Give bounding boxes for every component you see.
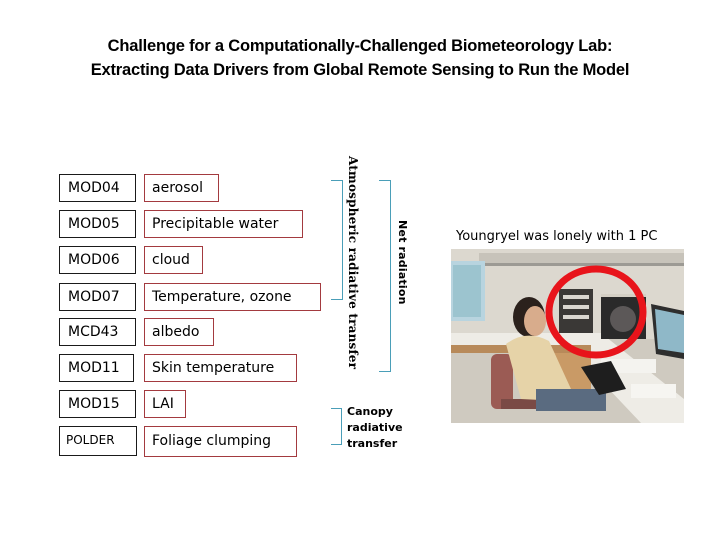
variable-box-albedo: albedo [144,318,214,346]
canopy-label-line-1: Canopy [347,405,393,418]
canopy-label-line-3: transfer [347,437,398,450]
lab-photo [451,249,684,423]
canopy-radiative-transfer-label: Canopy radiative transfer [347,404,403,452]
variable-box-foliage-clumping: Foliage clumping [144,426,297,457]
variable-box-lai: LAI [144,390,186,418]
variable-box-aerosol: aerosol [144,174,219,202]
product-box-mod07: MOD07 [59,283,136,311]
variable-box-skin-temperature: Skin temperature [144,354,297,382]
atmospheric-bracket [331,180,343,300]
variable-box-cloud: cloud [144,246,203,274]
product-box-mcd43: MCD43 [59,318,136,346]
net-radiation-label: Net radiation [396,220,409,305]
variable-box-precipitable-water: Precipitable water [144,210,303,238]
title-line-2: Extracting Data Drivers from Global Remo… [90,61,630,79]
photo-caption: Youngryel was lonely with 1 PC [456,229,658,244]
product-box-mod11: MOD11 [59,354,134,382]
variable-box-temperature-ozone: Temperature, ozone [144,283,321,311]
product-box-mod04: MOD04 [59,174,136,202]
canopy-label-line-2: radiative [347,421,403,434]
atmospheric-radiative-transfer-label: Atmospheric radiative transfer [346,156,360,370]
slide-title: Challenge for a Computationally-Challeng… [0,34,720,82]
product-box-polder: POLDER [59,426,137,456]
net-radiation-bracket [379,180,391,372]
product-box-mod06: MOD06 [59,246,136,274]
lab-photo-illustration [451,249,684,423]
product-box-mod05: MOD05 [59,210,136,238]
title-line-1: Challenge for a Computationally-Challeng… [107,37,613,55]
canopy-bracket [331,408,342,445]
product-box-mod15: MOD15 [59,390,136,418]
